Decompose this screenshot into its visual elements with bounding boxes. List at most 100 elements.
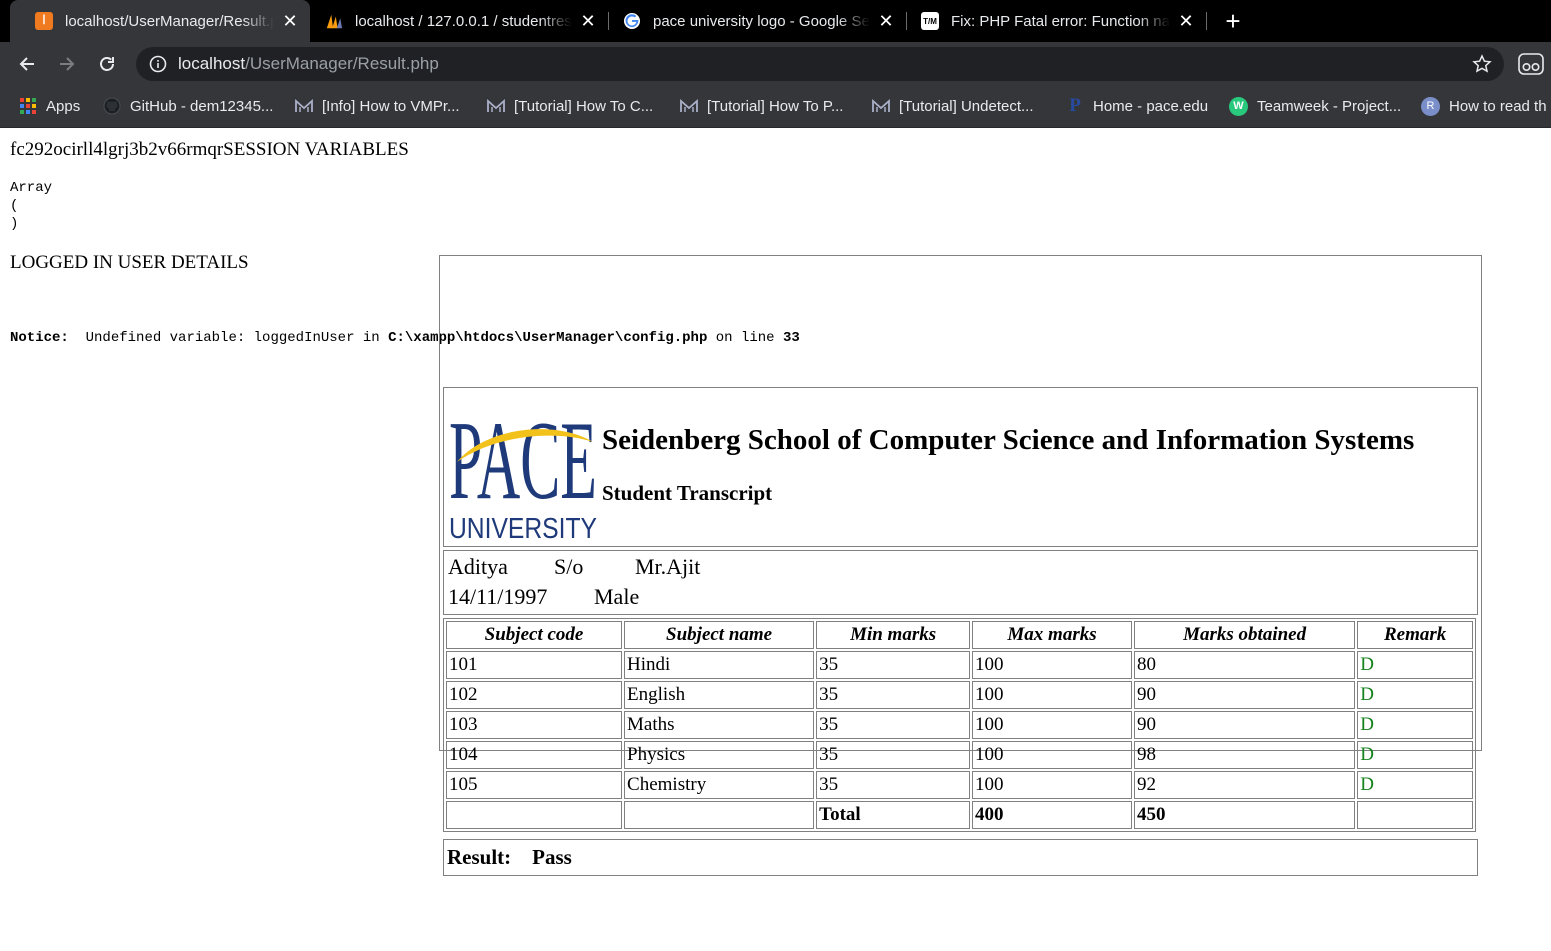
close-icon[interactable]: ✕ <box>280 11 300 31</box>
tab-google-search[interactable]: pace university logo - Google Search ✕ <box>598 0 906 42</box>
bookmark-tutorial-c[interactable]: [Tutorial] How To C... <box>487 95 653 117</box>
bookmark-teamweek[interactable]: W Teamweek - Project... <box>1229 95 1401 117</box>
header-subject-code: Subject code <box>446 621 623 649</box>
parent-name: Mr.Ajit <box>635 554 701 579</box>
array-line: Array <box>10 180 53 196</box>
marks-obtained: 92 <box>1133 771 1356 799</box>
bookmark-label: [Tutorial] Undetect... <box>899 97 1034 115</box>
tab-phpmyadmin[interactable]: localhost / 127.0.0.1 / studentresult ✕ <box>300 0 608 42</box>
marks-header-row: Subject code Subject name Min marks Max … <box>446 621 1473 649</box>
address-bar[interactable]: localhost/UserManager/Result.php <box>136 47 1504 81</box>
total-marks-obtained: 450 <box>1133 801 1356 829</box>
bookmark-undetect[interactable]: [Tutorial] Undetect... <box>872 95 1034 117</box>
subject-name: Chemistry <box>624 771 815 799</box>
result-label: Result: <box>447 845 512 869</box>
notice-label: Notice <box>10 330 61 346</box>
phpmyadmin-icon <box>325 12 343 30</box>
bookmark-label: [Tutorial] How To C... <box>514 97 654 115</box>
tab-title: localhost/UserManager/Result.php <box>65 12 274 30</box>
mpgh-icon <box>295 97 313 115</box>
subject-code: 101 <box>446 651 623 679</box>
close-icon[interactable]: ✕ <box>1176 11 1196 31</box>
incognito-profile-icon[interactable] <box>1518 51 1544 77</box>
tab-strip: ꟾ localhost/UserManager/Result.php ✕ loc… <box>0 0 1551 42</box>
pace-university-logo: PACE UNIVERSITY <box>449 399 597 542</box>
bookmark-pace[interactable]: P Home - pace.edu <box>1066 95 1208 117</box>
header-remark: Remark <box>1357 621 1473 649</box>
max-marks: 100 <box>972 771 1132 799</box>
tab-php-fix[interactable]: T/M Fix: PHP Fatal error: Function name … <box>896 0 1206 42</box>
subject-code: 105 <box>446 771 623 799</box>
close-icon[interactable]: ✕ <box>578 11 598 31</box>
back-arrow-icon <box>19 57 34 71</box>
bookmark-vmpr[interactable]: [Info] How to VMPr... <box>295 95 460 117</box>
table-row: 102 English 35 100 90 D <box>446 681 1473 709</box>
school-name: Seidenberg School of Computer Science an… <box>602 424 1415 456</box>
url-path: /UserManager/Result.php <box>245 54 439 73</box>
subject-name: Physics <box>624 741 815 769</box>
logo-text-university: UNIVERSITY <box>449 513 597 542</box>
bookmarks-bar: Apps GitHub - dem12345... [Info] How to … <box>0 86 1551 128</box>
relation: S/o <box>554 554 584 579</box>
bookmark-label: How to read th <box>1449 97 1547 115</box>
notice-message: Undefined variable: loggedInUser in <box>68 330 389 346</box>
header-marks-obtained: Marks obtained <box>1133 621 1356 649</box>
bookmark-label: [Info] How to VMPr... <box>322 97 460 115</box>
logged-user-heading: LOGGED IN USER DETAILS <box>10 252 249 273</box>
tm-icon: T/M <box>921 12 939 30</box>
bookmark-how-to-read[interactable]: R How to read th <box>1421 95 1547 117</box>
remark: D <box>1357 711 1473 739</box>
tab-title: pace university logo - Google Search <box>653 12 870 30</box>
table-row: 101 Hindi 35 100 80 D <box>446 651 1473 679</box>
url-text: localhost/UserManager/Result.php <box>178 54 439 74</box>
bookmark-tutorial-p[interactable]: [Tutorial] How To P... <box>680 95 843 117</box>
empty-cell <box>1357 801 1473 829</box>
remark: D <box>1357 651 1473 679</box>
gender: Male <box>594 584 640 609</box>
bookmark-github[interactable]: GitHub - dem12345... <box>103 95 273 117</box>
bookmark-label: [Tutorial] How To P... <box>707 97 844 115</box>
table-row: 105 Chemistry 35 100 92 D <box>446 771 1473 799</box>
min-marks: 35 <box>816 681 971 709</box>
max-marks: 100 <box>972 681 1132 709</box>
subject-name: Maths <box>624 711 815 739</box>
remark: D <box>1357 741 1473 769</box>
tab-title: localhost / 127.0.0.1 / studentresult <box>355 12 572 30</box>
remark: D <box>1357 681 1473 709</box>
empty-cell <box>624 801 815 829</box>
date-of-birth: 14/11/1997 <box>448 584 548 609</box>
header-subject-name: Subject name <box>624 621 815 649</box>
tab-separator <box>1206 12 1207 30</box>
table-row: 103 Maths 35 100 90 D <box>446 711 1473 739</box>
subject-code: 102 <box>446 681 623 709</box>
mpgh-icon <box>872 97 890 115</box>
tab-title: Fix: PHP Fatal error: Function name must… <box>951 12 1170 30</box>
result-value: Pass <box>532 845 572 869</box>
reload-button[interactable] <box>93 50 121 78</box>
new-tab-button[interactable]: + <box>1218 6 1248 36</box>
empty-cell <box>446 801 623 829</box>
tab-result-php[interactable]: ꟾ localhost/UserManager/Result.php ✕ <box>10 0 310 42</box>
site-info-icon[interactable] <box>149 55 167 73</box>
bookmark-star-icon[interactable] <box>1472 54 1492 74</box>
forward-button[interactable] <box>53 50 81 78</box>
apps-grid-icon <box>19 97 37 115</box>
total-label: Total <box>816 801 971 829</box>
table-row: 104 Physics 35 100 98 D <box>446 741 1473 769</box>
google-icon <box>623 12 641 30</box>
teamweek-icon: W <box>1229 96 1248 116</box>
header-max-marks: Max marks <box>972 621 1132 649</box>
reload-icon <box>100 57 114 71</box>
back-button[interactable] <box>13 50 41 78</box>
bookmark-label: Apps <box>46 97 81 115</box>
min-marks: 35 <box>816 771 971 799</box>
min-marks: 35 <box>816 741 971 769</box>
marks-obtained: 90 <box>1133 711 1356 739</box>
min-marks: 35 <box>816 711 971 739</box>
bookmark-apps[interactable]: Apps <box>19 95 80 117</box>
close-icon[interactable]: ✕ <box>876 11 896 31</box>
bookmark-label: Home - pace.edu <box>1093 97 1209 115</box>
subject-name: English <box>624 681 815 709</box>
document-title: Student Transcript <box>602 481 773 505</box>
marks-obtained: 80 <box>1133 651 1356 679</box>
